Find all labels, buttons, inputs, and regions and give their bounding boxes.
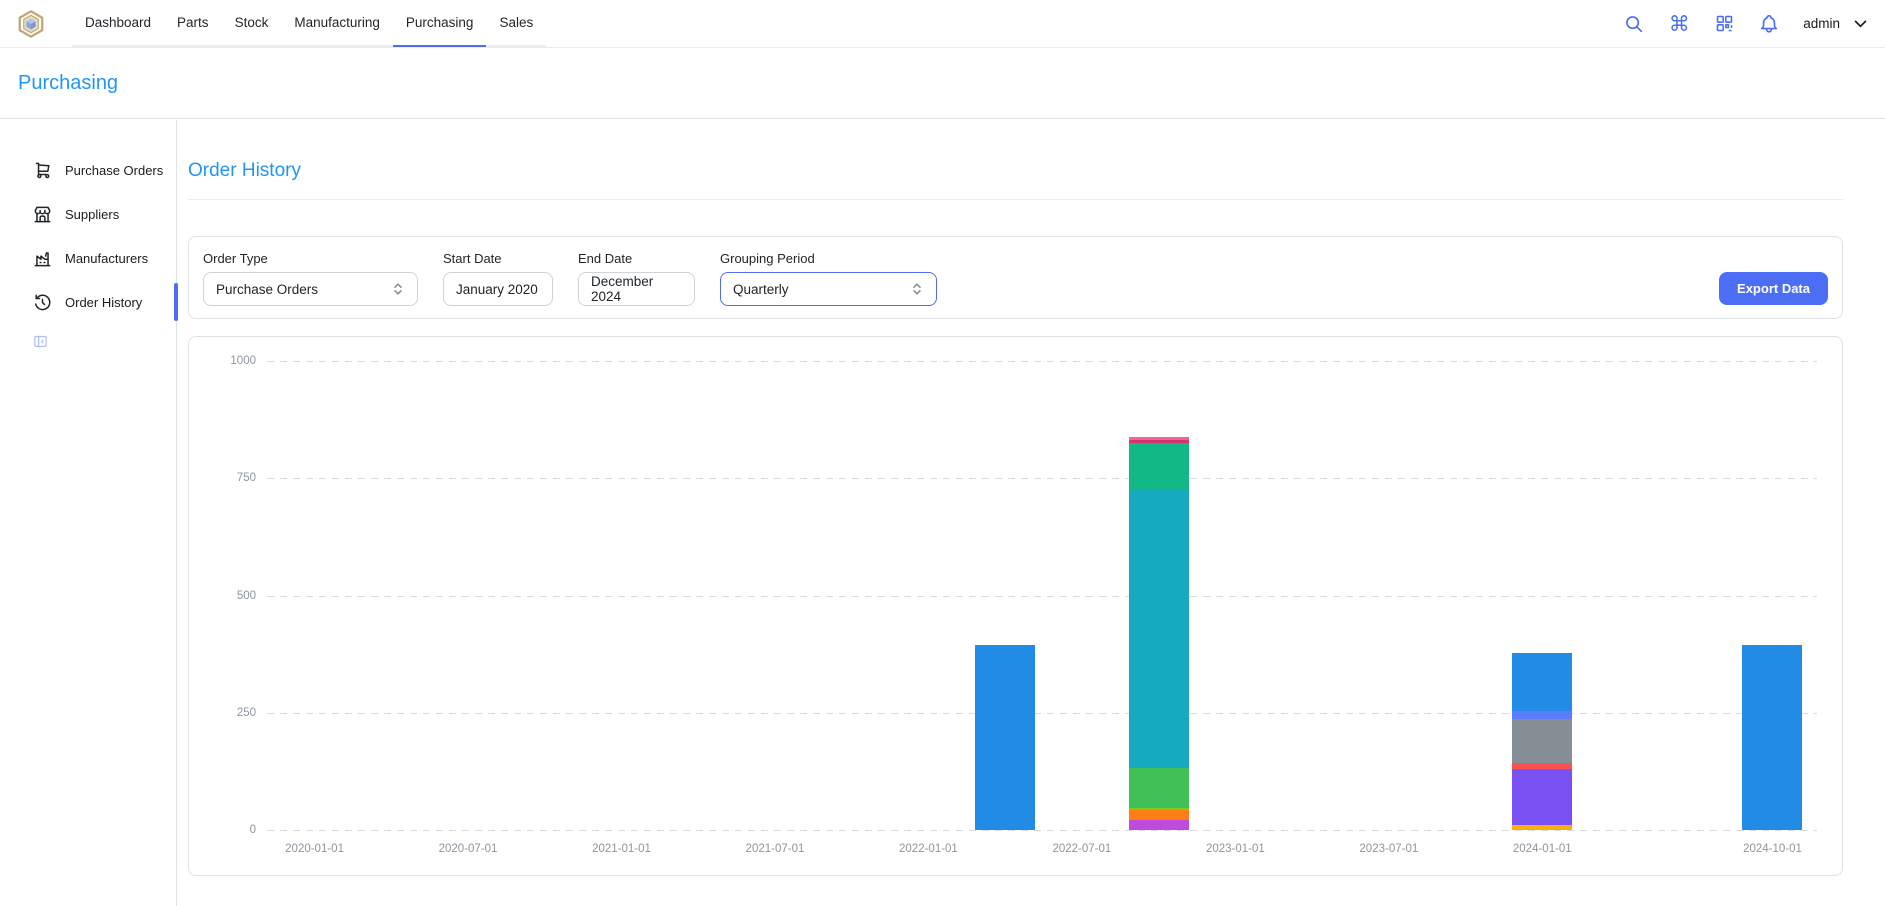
bar-segment[interactable] (1129, 820, 1189, 830)
start-date-label: Start Date (443, 251, 553, 266)
x-axis-tick-label: 2021-07-01 (746, 843, 805, 855)
sidebar-item-label: Manufacturers (65, 251, 148, 266)
panel-title: Order History (188, 160, 1843, 182)
tab-manufacturing[interactable]: Manufacturing (281, 0, 393, 45)
sidebar: Purchase Orders Suppliers Manufacturers … (0, 120, 177, 906)
bar-segment[interactable] (975, 645, 1035, 830)
shopping-cart-icon (33, 161, 52, 180)
grouping-period-select[interactable]: Quarterly (720, 272, 937, 306)
x-axis: 2020-01-01 2020-07-01 2021-01-01 2021-07-01… (267, 830, 1817, 860)
end-date-label: End Date (578, 251, 695, 266)
bar-segment[interactable] (1742, 645, 1802, 830)
end-date-field: End Date December 2024 (578, 251, 695, 306)
chart-plot: 025050075010002020-01-012020-07-012021-0… (267, 361, 1817, 830)
chevron-updown-icon (391, 281, 405, 297)
end-date-input[interactable]: December 2024 (578, 272, 695, 306)
tab-sales[interactable]: Sales (486, 0, 546, 45)
y-gridline (267, 596, 1817, 597)
bar-segment[interactable] (1512, 825, 1572, 830)
bar-segment[interactable] (1129, 437, 1189, 440)
sidebar-item-manufacturers[interactable]: Manufacturers (0, 236, 176, 280)
navbar-actions: ⌘ admin (1623, 0, 1869, 47)
page-title: Purchasing (18, 72, 118, 95)
tab-parts[interactable]: Parts (164, 0, 222, 45)
y-axis-tick-label: 0 (250, 824, 256, 836)
y-gridline (267, 713, 1817, 714)
sidebar-item-label: Purchase Orders (65, 163, 163, 178)
x-axis-tick-label: 2023-01-01 (1206, 843, 1265, 855)
main-panel: Order History Order Type Purchase Orders… (177, 120, 1885, 906)
nav-tabs: Dashboard Parts Stock Manufacturing Purc… (72, 0, 546, 47)
bar-segment[interactable] (1512, 719, 1572, 763)
y-axis-tick-label: 1000 (230, 355, 256, 367)
tab-purchasing[interactable]: Purchasing (393, 0, 487, 45)
grouping-period-label: Grouping Period (720, 251, 937, 266)
stacked-bar[interactable] (975, 361, 1035, 830)
bar-segment[interactable] (1512, 769, 1572, 825)
y-gridline (267, 478, 1817, 479)
y-axis-tick-label: 250 (237, 707, 256, 719)
bar-segment[interactable] (1129, 443, 1189, 488)
x-axis-tick-label: 2020-07-01 (439, 843, 498, 855)
x-axis-tick-label: 2023-07-01 (1359, 843, 1418, 855)
grouping-period-value: Quarterly (733, 282, 789, 297)
chevron-down-icon (1852, 15, 1869, 32)
start-date-input[interactable]: January 2020 (443, 272, 553, 306)
history-icon (33, 293, 52, 312)
bar-segment[interactable] (1129, 810, 1189, 820)
order-history-chart: 0 250 500 750 1000 2020-01-01 2020-07-01 2021-0… (188, 336, 1843, 876)
start-date-field: Start Date January 2020 (443, 251, 553, 306)
x-axis-tick-label: 2022-01-01 (899, 843, 958, 855)
x-axis-tick-label: 2024-01-01 (1513, 843, 1572, 855)
divider (188, 199, 1843, 200)
chevron-updown-icon (910, 281, 924, 297)
bell-icon[interactable] (1758, 13, 1780, 35)
sidebar-item-purchase-orders[interactable]: Purchase Orders (0, 148, 176, 192)
bar-segment[interactable] (1512, 763, 1572, 769)
bar-segment[interactable] (1129, 489, 1189, 768)
bar-segment[interactable] (1129, 768, 1189, 809)
tab-dashboard[interactable]: Dashboard (72, 0, 164, 45)
bar-segment[interactable] (1129, 808, 1189, 810)
grouping-period-field: Grouping Period Quarterly (720, 251, 937, 306)
app-window: Dashboard Parts Stock Manufacturing Purc… (0, 0, 1885, 906)
y-axis-tick-label: 500 (237, 590, 256, 602)
stacked-bar[interactable] (1742, 361, 1802, 830)
order-type-value: Purchase Orders (216, 282, 318, 297)
stacked-bar[interactable] (1129, 361, 1189, 830)
x-axis-tick-label: 2022-07-01 (1052, 843, 1111, 855)
bar-segment[interactable] (1129, 440, 1189, 443)
tab-stock[interactable]: Stock (222, 0, 282, 45)
export-data-button[interactable]: Export Data (1719, 272, 1828, 305)
storefront-icon (33, 205, 52, 224)
order-type-label: Order Type (203, 251, 418, 266)
stacked-bar[interactable] (1512, 361, 1572, 830)
end-date-value: December 2024 (591, 274, 682, 304)
start-date-value: January 2020 (456, 282, 538, 297)
app-logo-icon[interactable] (16, 9, 46, 39)
qr-scan-icon[interactable] (1713, 13, 1735, 35)
sidebar-item-order-history[interactable]: Order History (0, 280, 176, 324)
command-icon[interactable]: ⌘ (1668, 13, 1690, 35)
bar-segment[interactable] (1512, 711, 1572, 719)
x-axis-tick-label: 2021-01-01 (592, 843, 651, 855)
filter-bar: Order Type Purchase Orders Start Date Ja… (188, 236, 1843, 319)
order-type-field: Order Type Purchase Orders (203, 251, 418, 306)
y-gridline (267, 361, 1817, 362)
username-label: admin (1803, 16, 1840, 31)
page-header: Purchasing (0, 49, 1885, 119)
sidebar-collapse-icon[interactable] (33, 334, 48, 349)
x-axis-tick-label: 2024-10-01 (1743, 843, 1802, 855)
top-navbar: Dashboard Parts Stock Manufacturing Purc… (0, 0, 1885, 48)
sidebar-item-suppliers[interactable]: Suppliers (0, 192, 176, 236)
order-type-select[interactable]: Purchase Orders (203, 272, 418, 306)
bar-segment[interactable] (1512, 653, 1572, 711)
sidebar-item-label: Suppliers (65, 207, 119, 222)
factory-icon (33, 249, 52, 268)
user-menu[interactable]: admin (1803, 15, 1869, 32)
sidebar-item-label: Order History (65, 295, 142, 310)
search-icon[interactable] (1623, 13, 1645, 35)
y-axis-tick-label: 750 (237, 472, 256, 484)
x-axis-tick-label: 2020-01-01 (285, 843, 344, 855)
